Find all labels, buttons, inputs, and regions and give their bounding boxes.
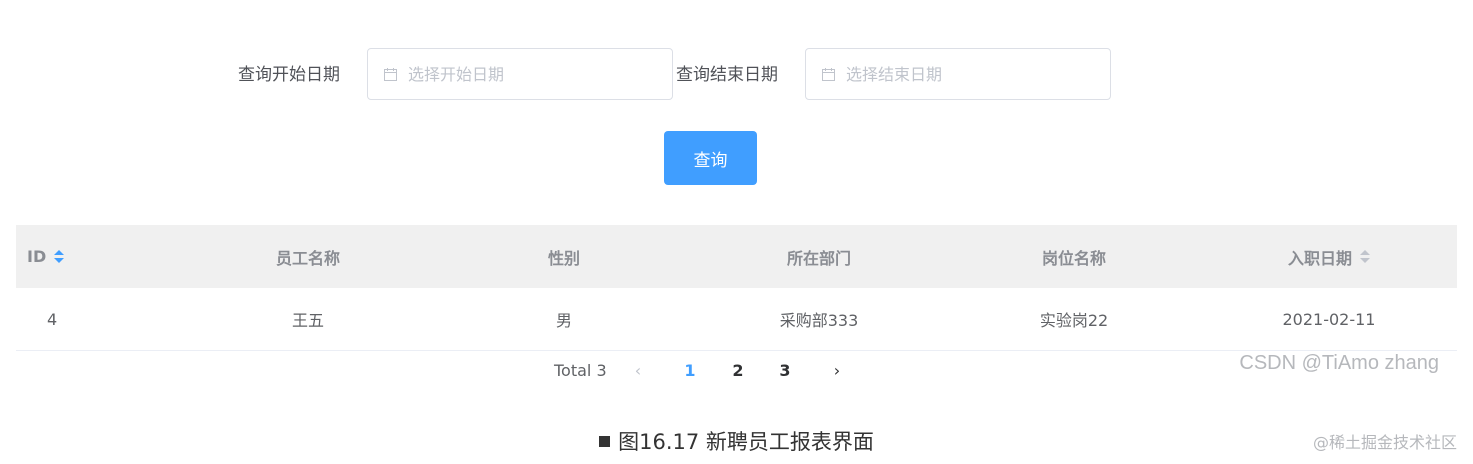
bullet-icon xyxy=(599,435,611,447)
column-header-id[interactable]: ID xyxy=(16,225,88,288)
filter-form: 查询开始日期 查询结束日期 xyxy=(0,48,1473,102)
end-date-label: 查询结束日期 xyxy=(676,65,778,85)
column-header-department: 所在部门 xyxy=(786,248,851,268)
cell-name: 王五 xyxy=(291,311,324,330)
site-watermark: @稀土掘金技术社区 xyxy=(1312,433,1457,452)
table-header: ID 员工名称 性别 所在部门 岗位名称 入职日期 xyxy=(16,225,1457,288)
figure-caption: 图16.17 新聘员工报表界面 xyxy=(0,426,1473,456)
calendar-icon xyxy=(384,68,397,81)
cell-hire-date: 2021-02-11 xyxy=(1282,309,1376,329)
cell-id: 4 xyxy=(47,309,58,329)
next-page-button[interactable]: › xyxy=(828,356,846,386)
calendar-icon xyxy=(822,68,835,81)
query-button[interactable]: 查询 xyxy=(664,131,757,185)
csdn-watermark: CSDN @TiAmo zhang xyxy=(1239,352,1439,374)
sort-caret-icon[interactable] xyxy=(54,249,65,264)
column-header-gender: 性别 xyxy=(547,248,580,268)
table-row[interactable]: 4 王五 男 采购部333 实验岗22 2021-02-11 xyxy=(16,288,1457,351)
end-date-picker[interactable] xyxy=(805,48,1111,100)
page-button-3[interactable]: 3 xyxy=(773,356,797,386)
page-button-2[interactable]: 2 xyxy=(726,356,750,386)
cell-gender: 男 xyxy=(555,311,572,330)
column-header-label: ID xyxy=(27,247,47,266)
caption-text: 图16.17 新聘员工报表界面 xyxy=(618,430,874,454)
start-date-label: 查询开始日期 xyxy=(238,65,340,85)
column-header-position: 岗位名称 xyxy=(1041,248,1106,268)
employee-table: ID 员工名称 性别 所在部门 岗位名称 入职日期 4 王五 男 采购部333 … xyxy=(16,225,1457,351)
cell-position: 实验岗22 xyxy=(1039,311,1109,330)
column-header-name: 员工名称 xyxy=(275,248,340,268)
prev-page-button[interactable]: ‹ xyxy=(629,356,647,386)
pagination-total: Total 3 xyxy=(554,361,607,380)
sort-caret-icon[interactable] xyxy=(1360,249,1370,264)
column-header-hire-date[interactable]: 入职日期 xyxy=(1209,225,1449,288)
end-date-input[interactable] xyxy=(846,49,1096,99)
cell-department: 采购部333 xyxy=(779,311,859,330)
column-header-label: 入职日期 xyxy=(1287,248,1352,268)
start-date-input[interactable] xyxy=(408,49,658,99)
page-button-1[interactable]: 1 xyxy=(678,356,702,386)
start-date-picker[interactable] xyxy=(367,48,673,100)
